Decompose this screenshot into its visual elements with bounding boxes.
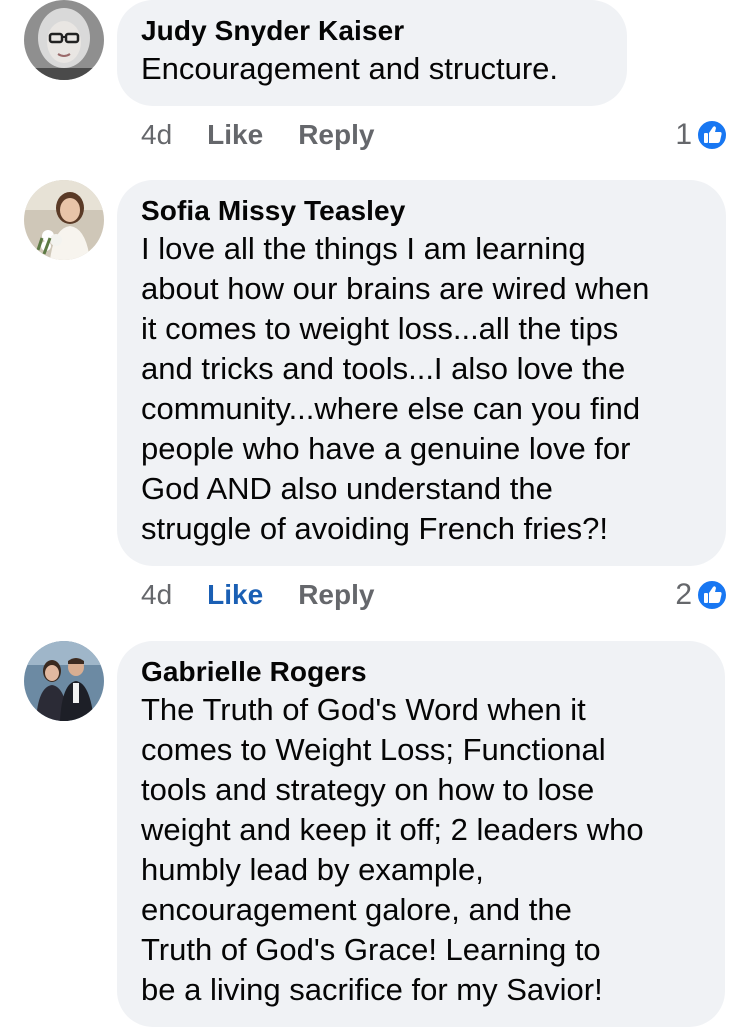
comment-bubble: Gabrielle Rogers The Truth of God's Word… [117,641,725,1027]
comment-bubble: Sofia Missy Teasley I love all the thing… [117,180,726,566]
avatar[interactable] [24,641,104,721]
comment-bubble: Judy Snyder Kaiser Encouragement and str… [117,0,627,106]
avatar[interactable] [24,180,104,260]
like-button[interactable]: Like [207,579,263,611]
reply-button[interactable]: Reply [298,579,374,611]
like-button[interactable]: Like [207,119,263,151]
reply-button[interactable]: Reply [298,119,374,151]
reaction-count-number: 1 [675,118,692,151]
author-name[interactable]: Judy Snyder Kaiser [141,13,603,49]
comment-actions: 4d Like Reply [141,575,374,615]
author-name[interactable]: Sofia Missy Teasley [141,193,702,229]
avatar[interactable] [24,0,104,80]
comment-text: Encouragement and structure. [141,51,559,86]
thumbs-up-icon [696,579,728,611]
avatar-photo [24,0,104,80]
comment-text: The Truth of God's Word when it comes to… [141,692,644,1007]
avatar-photo [24,641,104,721]
comment-timestamp[interactable]: 4d [141,119,172,151]
comment-actions: 4d Like Reply [141,115,374,155]
reaction-count[interactable]: 2 [675,575,728,615]
reaction-count[interactable]: 1 [675,115,728,155]
comment-text: I love all the things I am learning abou… [141,231,650,546]
comment-timestamp[interactable]: 4d [141,579,172,611]
avatar-photo [24,180,104,260]
thumbs-up-icon [696,119,728,151]
reaction-count-number: 2 [675,578,692,611]
author-name[interactable]: Gabrielle Rogers [141,654,701,690]
